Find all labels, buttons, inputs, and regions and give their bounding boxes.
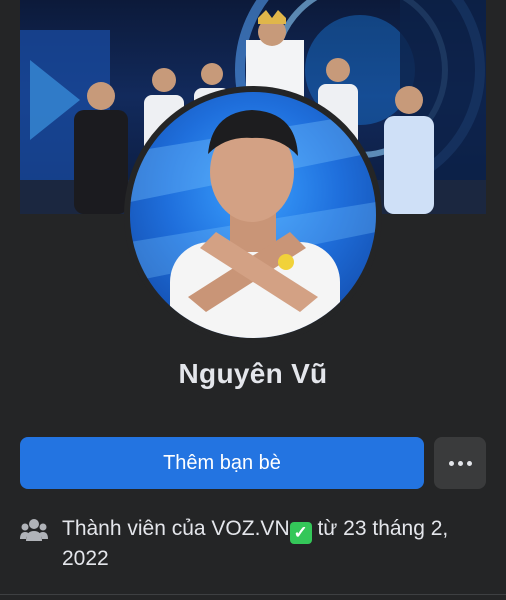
membership-info: Thành viên của VOZ.VN ✓ từ 23 tháng 2, 20… <box>20 514 486 573</box>
avatar-image <box>130 110 376 338</box>
profile-avatar[interactable] <box>130 92 376 338</box>
more-options-button[interactable] <box>434 437 486 489</box>
divider <box>0 594 506 595</box>
members-icon <box>20 519 48 541</box>
membership-text: Thành viên của VOZ.VN ✓ từ 23 tháng 2, 20… <box>62 514 486 573</box>
check-mark-button-icon: ✓ <box>289 522 312 544</box>
add-friend-button[interactable]: Thêm bạn bè <box>20 437 424 489</box>
membership-text-before: Thành viên của VOZ.VN <box>62 517 290 540</box>
more-dots-icon <box>447 460 474 466</box>
profile-name: Nguyên Vũ <box>178 358 328 389</box>
